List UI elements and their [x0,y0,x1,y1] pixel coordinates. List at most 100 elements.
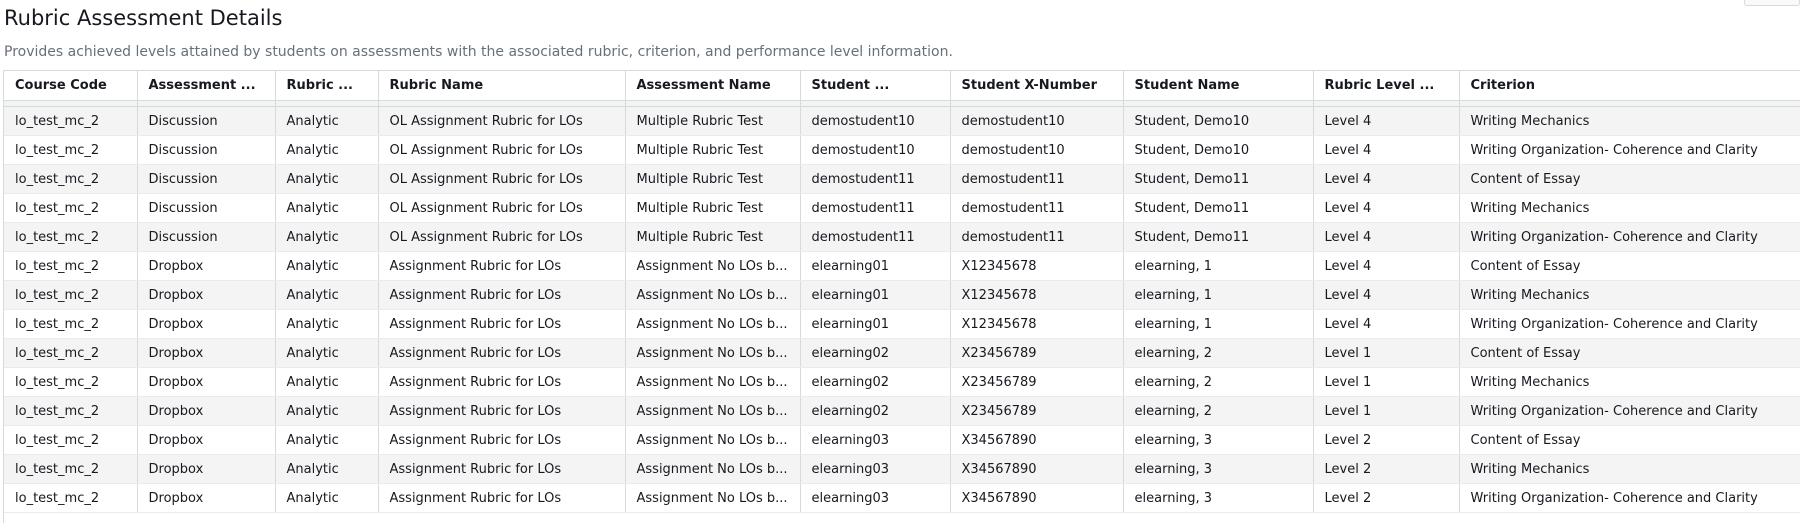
assessment-type-cell: Dropbox [137,338,276,368]
table-row[interactable]: lo_test_mc_2 Dropbox Analytic Assignment Ru… [4,454,1800,484]
assessment-name-cell: Assignment No LOs b... [625,280,801,310]
course-code-cell: lo_test_mc_2 [4,396,138,426]
student-username-cell: demostudent11 [800,222,951,252]
assessment-name-cell: Assignment No LOs b... [625,309,801,339]
rubric-name-cell: OL Assignment Rubric for LOs [378,193,626,223]
criterion-cell: Writing Organization- Coherence and Clar… [1459,396,1800,426]
student-x-number-cell: demostudent11 [950,222,1124,252]
table-row[interactable]: lo_test_mc_2 Dropbox Analytic Assignment Ru… [4,251,1800,281]
rubric-name-cell: OL Assignment Rubric for LOs [378,222,626,252]
student-name-cell: Student, Demo11 [1123,164,1314,194]
assessment-name-cell: Assignment No LOs b... [625,367,801,397]
table-row[interactable]: lo_test_mc_2 Dropbox Analytic Assignment Ru… [4,396,1800,426]
student-username-cell: elearning02 [800,367,951,397]
table-body: lo_test_mc_2 Discussion Analytic OL Assignm… [4,100,1800,513]
student-name-cell: elearning, 3 [1123,454,1314,484]
criterion-cell: Content of Essay [1459,251,1800,281]
student-x-number-cell: demostudent11 [950,193,1124,223]
student-name-cell: Student, Demo10 [1123,135,1314,165]
student-name-cell: elearning, 1 [1123,251,1314,281]
course-code-cell: lo_test_mc_2 [4,135,138,165]
rubric-type-cell: Analytic [275,396,379,426]
student-username-cell: elearning02 [800,396,951,426]
table-row[interactable]: lo_test_mc_2 Discussion Analytic OL Assignm… [4,135,1800,165]
course-code-cell: lo_test_mc_2 [4,367,138,397]
student-username-cell: demostudent10 [800,135,951,165]
student-x-number-cell: X34567890 [950,483,1124,513]
column-header-student-name[interactable]: Student Name [1123,71,1314,101]
assessment-type-cell: Discussion [137,135,276,165]
assessment-type-cell: Discussion [137,222,276,252]
assessment-name-cell: Multiple Rubric Test [625,135,801,165]
column-header-assessment-name[interactable]: Assessment Name [625,71,801,101]
assessment-name-cell: Assignment No LOs b... [625,396,801,426]
student-x-number-cell: demostudent10 [950,106,1124,136]
rubric-table: Course Code Assessment ... Rubric ... Ru… [4,71,1800,513]
assessment-name-cell: Multiple Rubric Test [625,106,801,136]
student-x-number-cell: X23456789 [950,367,1124,397]
table-row[interactable]: lo_test_mc_2 Dropbox Analytic Assignment Ru… [4,280,1800,310]
column-header-criterion[interactable]: Criterion [1459,71,1800,101]
table-row[interactable]: lo_test_mc_2 Dropbox Analytic Assignment Ru… [4,338,1800,368]
rubric-name-cell: Assignment Rubric for LOs [378,483,626,513]
student-name-cell: elearning, 2 [1123,338,1314,368]
column-header-student-username[interactable]: Student ... [800,71,951,101]
criterion-cell: Writing Mechanics [1459,193,1800,223]
table-row[interactable]: lo_test_mc_2 Dropbox Analytic Assignment Ru… [4,309,1800,339]
assessment-name-cell: Assignment No LOs b... [625,483,801,513]
student-x-number-cell: X12345678 [950,251,1124,281]
student-username-cell: demostudent10 [800,106,951,136]
student-username-cell: elearning03 [800,454,951,484]
criterion-cell: Writing Mechanics [1459,367,1800,397]
table-row[interactable]: lo_test_mc_2 Discussion Analytic OL Assignm… [4,222,1800,252]
rubric-type-cell: Analytic [275,222,379,252]
page-subtitle: Provides achieved levels attained by stu… [4,44,953,60]
student-username-cell: elearning01 [800,280,951,310]
rubric-name-cell: Assignment Rubric for LOs [378,309,626,339]
rubric-type-cell: Analytic [275,164,379,194]
rubric-level-cell: Level 4 [1313,222,1460,252]
assessment-name-cell: Multiple Rubric Test [625,222,801,252]
course-code-cell: lo_test_mc_2 [4,425,138,455]
column-header-assessment-type[interactable]: Assessment ... [137,71,276,101]
rubric-name-cell: Assignment Rubric for LOs [378,251,626,281]
column-header-course-code[interactable]: Course Code [4,71,138,101]
column-header-rubric-name[interactable]: Rubric Name [378,71,626,101]
table-row[interactable]: lo_test_mc_2 Dropbox Analytic Assignment Ru… [4,425,1800,455]
student-username-cell: elearning01 [800,309,951,339]
student-name-cell: Student, Demo11 [1123,222,1314,252]
assessment-type-cell: Dropbox [137,251,276,281]
student-name-cell: elearning, 1 [1123,309,1314,339]
table-row[interactable]: lo_test_mc_2 Discussion Analytic OL Assignm… [4,164,1800,194]
assessment-name-cell: Multiple Rubric Test [625,164,801,194]
rubric-level-cell: Level 4 [1313,106,1460,136]
student-username-cell: elearning02 [800,338,951,368]
rubric-level-cell: Level 2 [1313,454,1460,484]
student-x-number-cell: X23456789 [950,396,1124,426]
rubric-name-cell: Assignment Rubric for LOs [378,367,626,397]
criterion-cell: Content of Essay [1459,338,1800,368]
rubric-type-cell: Analytic [275,193,379,223]
rubric-type-cell: Analytic [275,135,379,165]
table-row[interactable]: lo_test_mc_2 Dropbox Analytic Assignment Ru… [4,483,1800,513]
student-x-number-cell: X12345678 [950,280,1124,310]
assessment-type-cell: Dropbox [137,454,276,484]
criterion-cell: Content of Essay [1459,425,1800,455]
table-row[interactable]: lo_test_mc_2 Dropbox Analytic Assignment Ru… [4,367,1800,397]
column-header-rubric-type[interactable]: Rubric ... [275,71,379,101]
column-header-rubric-level[interactable]: Rubric Level ... [1313,71,1460,101]
rubric-type-cell: Analytic [275,280,379,310]
rubric-name-cell: OL Assignment Rubric for LOs [378,106,626,136]
table-container[interactable]: Course Code Assessment ... Rubric ... Ru… [3,70,1800,523]
rubric-level-cell: Level 4 [1313,193,1460,223]
rubric-level-cell: Level 4 [1313,251,1460,281]
page: Rubric Assessment Details Provides achie… [0,0,1800,523]
student-x-number-cell: X34567890 [950,454,1124,484]
student-name-cell: elearning, 2 [1123,367,1314,397]
student-x-number-cell: demostudent11 [950,164,1124,194]
toolbar-button[interactable] [1744,0,1800,6]
table-row[interactable]: lo_test_mc_2 Discussion Analytic OL Assignm… [4,106,1800,136]
column-header-student-x-number[interactable]: Student X-Number [950,71,1124,101]
table-row[interactable]: lo_test_mc_2 Discussion Analytic OL Assignm… [4,193,1800,223]
student-name-cell: Student, Demo11 [1123,193,1314,223]
